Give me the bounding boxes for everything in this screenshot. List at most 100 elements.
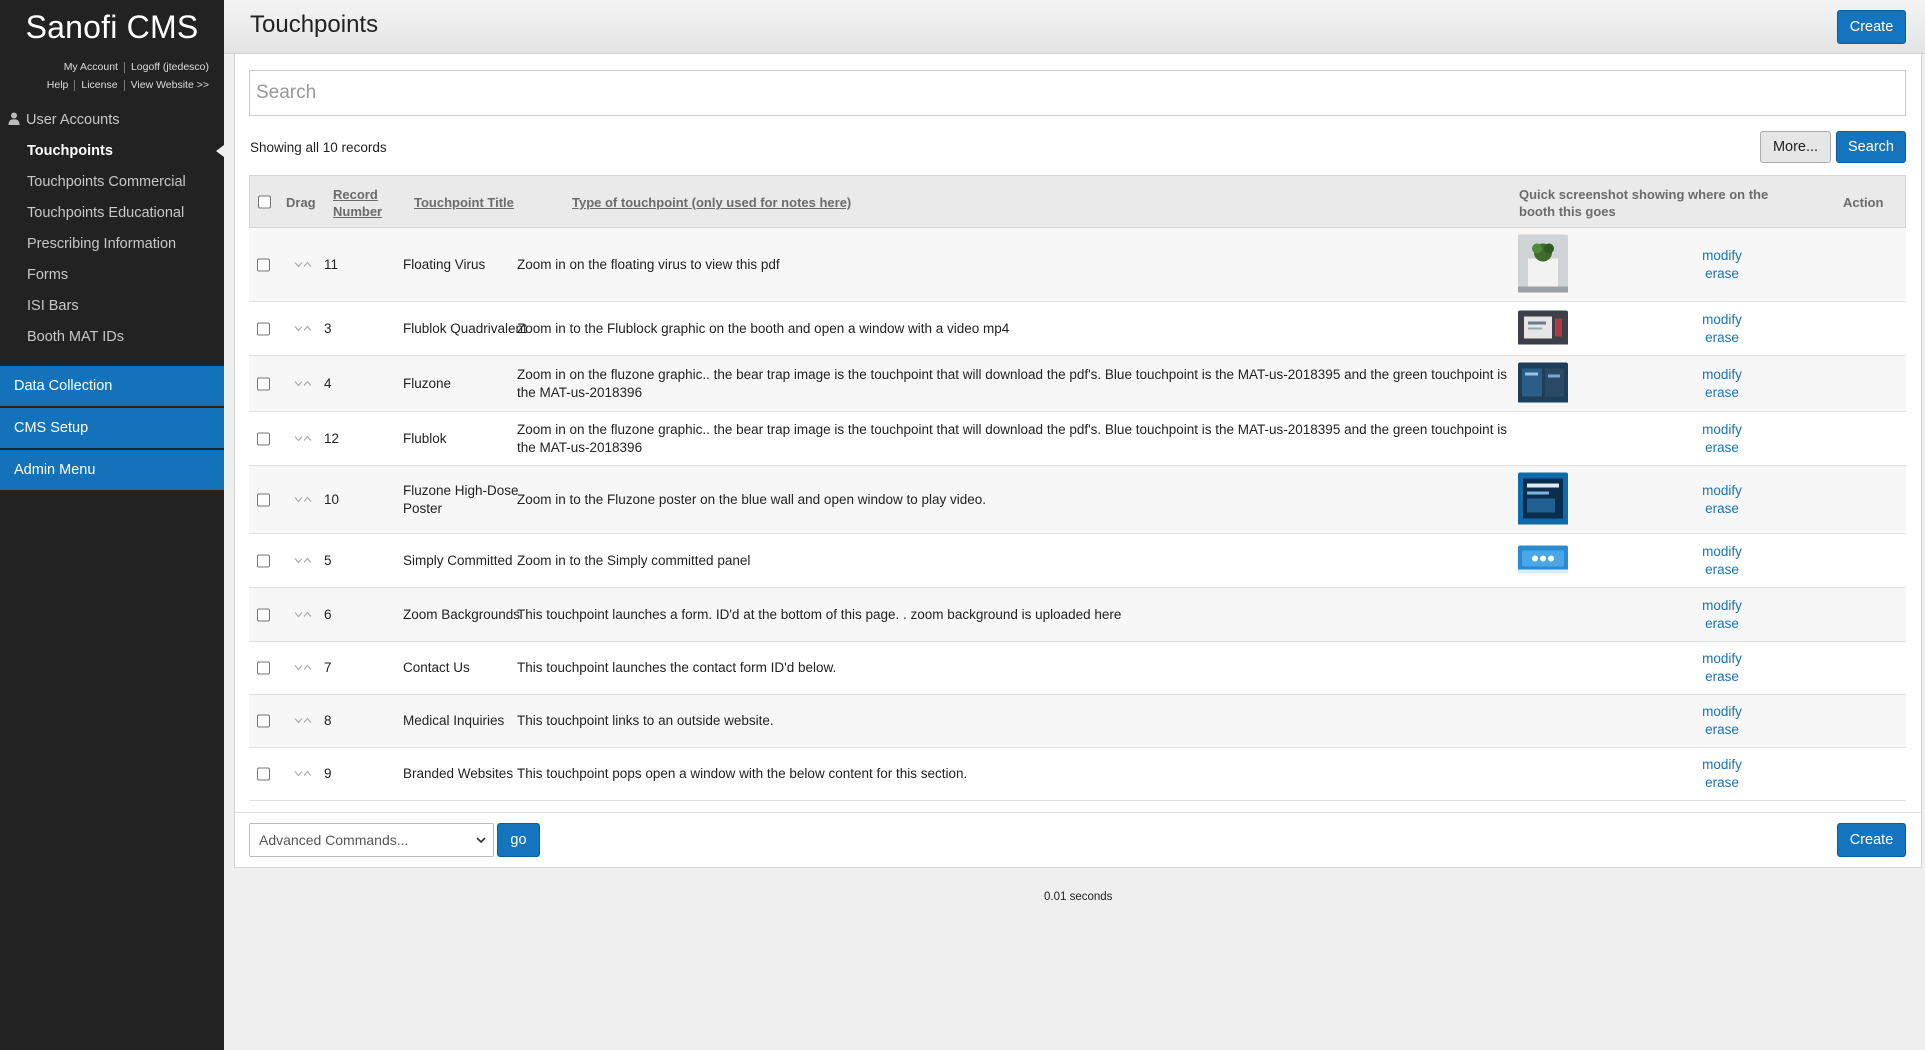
touchpoint-type-cell: This touchpoint launches a form. ID'd at… [517, 606, 1122, 622]
row-actions: modify erase [1538, 597, 1906, 633]
record-number-cell: 10 [324, 491, 340, 507]
erase-link[interactable]: erase [1538, 265, 1906, 283]
erase-link[interactable]: erase [1538, 774, 1906, 792]
sidebar: Sanofi CMS My Account Logoff (jtedesco) H… [0, 0, 224, 1050]
my-account-link[interactable]: My Account [64, 61, 118, 73]
row-checkbox[interactable] [257, 322, 270, 335]
menu-cms-setup[interactable]: CMS Setup [0, 408, 224, 448]
license-link[interactable]: License [81, 79, 117, 91]
erase-link[interactable]: erase [1538, 439, 1906, 457]
modify-link[interactable]: modify [1538, 756, 1906, 774]
touchpoint-title-cell: Medical Inquiries [403, 713, 505, 728]
row-actions: modify erase [1538, 482, 1906, 518]
sidebar-item-booth-mat-ids[interactable]: Booth MAT IDs [0, 322, 224, 353]
create-button-top[interactable]: Create [1837, 10, 1906, 44]
touchpoint-title-cell: Floating Virus [403, 256, 486, 272]
erase-link[interactable]: erase [1538, 384, 1906, 402]
modify-link[interactable]: modify [1538, 703, 1906, 721]
record-number-cell: 5 [324, 552, 332, 568]
modify-link[interactable]: modify [1538, 247, 1906, 265]
logoff-link[interactable]: Logoff (jtedesco) [131, 61, 209, 73]
erase-link[interactable]: erase [1538, 721, 1906, 739]
user-icon [8, 106, 20, 125]
sidebar-item-prescribing-information[interactable]: Prescribing Information [0, 229, 224, 260]
search-button[interactable]: Search [1836, 131, 1906, 163]
row-actions: modify erase [1538, 421, 1906, 457]
menu-admin[interactable]: Admin Menu [0, 450, 224, 490]
drag-handle-icon[interactable] [294, 492, 312, 507]
drag-handle-icon[interactable] [294, 376, 312, 391]
column-header-type[interactable]: Type of touchpoint (only used for notes … [572, 194, 851, 211]
sidebar-item-touchpoints[interactable]: Touchpoints [0, 136, 224, 167]
touchpoint-title-cell: Simply Committed [403, 552, 513, 568]
erase-link[interactable]: erase [1538, 668, 1906, 686]
erase-link[interactable]: erase [1538, 561, 1906, 579]
erase-link[interactable]: erase [1538, 329, 1906, 347]
column-header-touchpoint-title[interactable]: Touchpoint Title [414, 194, 514, 211]
go-button[interactable]: go [497, 823, 540, 857]
touchpoint-title-cell: Fluzone [403, 375, 452, 391]
search-input[interactable] [249, 70, 1906, 116]
modify-link[interactable]: modify [1538, 311, 1906, 329]
drag-handle-icon[interactable] [294, 257, 312, 272]
menu-data-collection[interactable]: Data Collection [0, 366, 224, 406]
chevron-down-icon [475, 825, 487, 866]
help-link[interactable]: Help [47, 79, 69, 91]
row-actions: modify erase [1538, 703, 1906, 739]
table-row: 4 Fluzone Zoom in on the fluzone graphic..… [249, 356, 1906, 412]
row-checkbox[interactable] [257, 377, 270, 390]
divider [74, 79, 76, 91]
modify-link[interactable]: modify [1538, 597, 1906, 615]
drag-handle-icon[interactable] [294, 553, 312, 568]
drag-handle-icon[interactable] [294, 607, 312, 622]
touchpoint-type-cell: This touchpoint pops open a window with … [517, 766, 968, 781]
more-button[interactable]: More... [1760, 131, 1831, 163]
modify-link[interactable]: modify [1538, 366, 1906, 384]
row-actions: modify erase [1538, 311, 1906, 347]
touchpoint-type-cell: Zoom in on the fluzone graphic.. the bea… [517, 421, 1507, 455]
column-header-record-number[interactable]: Record Number [333, 186, 393, 220]
row-checkbox[interactable] [257, 608, 270, 621]
drag-handle-icon[interactable] [294, 321, 312, 336]
touchpoints-table: Drag Record Number Touchpoint Title Type… [249, 175, 1906, 801]
modify-link[interactable]: modify [1538, 482, 1906, 500]
touchpoint-type-cell: Zoom in on the fluzone graphic.. the bea… [517, 366, 1507, 400]
record-number-cell: 6 [324, 606, 332, 622]
sidebar-item-touchpoints-educational[interactable]: Touchpoints Educational [0, 198, 224, 229]
sidebar-item-user-accounts[interactable]: User Accounts [0, 105, 224, 136]
create-button-bottom[interactable]: Create [1837, 823, 1906, 857]
row-checkbox[interactable] [257, 714, 270, 728]
advanced-commands-select[interactable]: Advanced Commands... [249, 823, 494, 857]
record-number-cell: 8 [324, 713, 332, 728]
modify-link[interactable]: modify [1538, 543, 1906, 561]
sidebar-item-forms[interactable]: Forms [0, 260, 224, 291]
row-checkbox[interactable] [257, 258, 270, 271]
touchpoint-type-cell: This touchpoint links to an outside webs… [517, 713, 774, 728]
record-number-cell: 4 [324, 375, 332, 391]
drag-handle-icon[interactable] [294, 431, 312, 446]
row-checkbox[interactable] [257, 432, 270, 445]
sidebar-item-isi-bars[interactable]: ISI Bars [0, 291, 224, 322]
erase-link[interactable]: erase [1538, 500, 1906, 518]
view-website-link[interactable]: View Website >> [131, 79, 209, 91]
drag-handle-icon[interactable] [294, 767, 312, 782]
select-all-checkbox[interactable] [258, 195, 271, 208]
modify-link[interactable]: modify [1538, 421, 1906, 439]
row-checkbox[interactable] [257, 554, 270, 567]
table-row: 7 Contact Us This touchpoint launches the … [249, 642, 1906, 695]
table-row: 11 Floating Virus Zoom in on the floating … [249, 228, 1906, 302]
row-checkbox[interactable] [257, 767, 270, 781]
divider [123, 79, 125, 91]
erase-link[interactable]: erase [1538, 615, 1906, 633]
sidebar-item-touchpoints-commercial[interactable]: Touchpoints Commercial [0, 167, 224, 198]
drag-handle-icon[interactable] [294, 661, 312, 676]
modify-link[interactable]: modify [1538, 650, 1906, 668]
row-checkbox[interactable] [257, 661, 270, 675]
row-actions: modify erase [1538, 366, 1906, 402]
row-checkbox[interactable] [257, 493, 270, 506]
table-header: Drag Record Number Touchpoint Title Type… [249, 175, 1906, 228]
drag-handle-icon[interactable] [294, 714, 312, 729]
table-row: 9 Branded Websites This touchpoint pops op… [249, 748, 1906, 801]
footer-divider [235, 812, 1921, 813]
brand-title: Sanofi CMS [25, 9, 199, 45]
